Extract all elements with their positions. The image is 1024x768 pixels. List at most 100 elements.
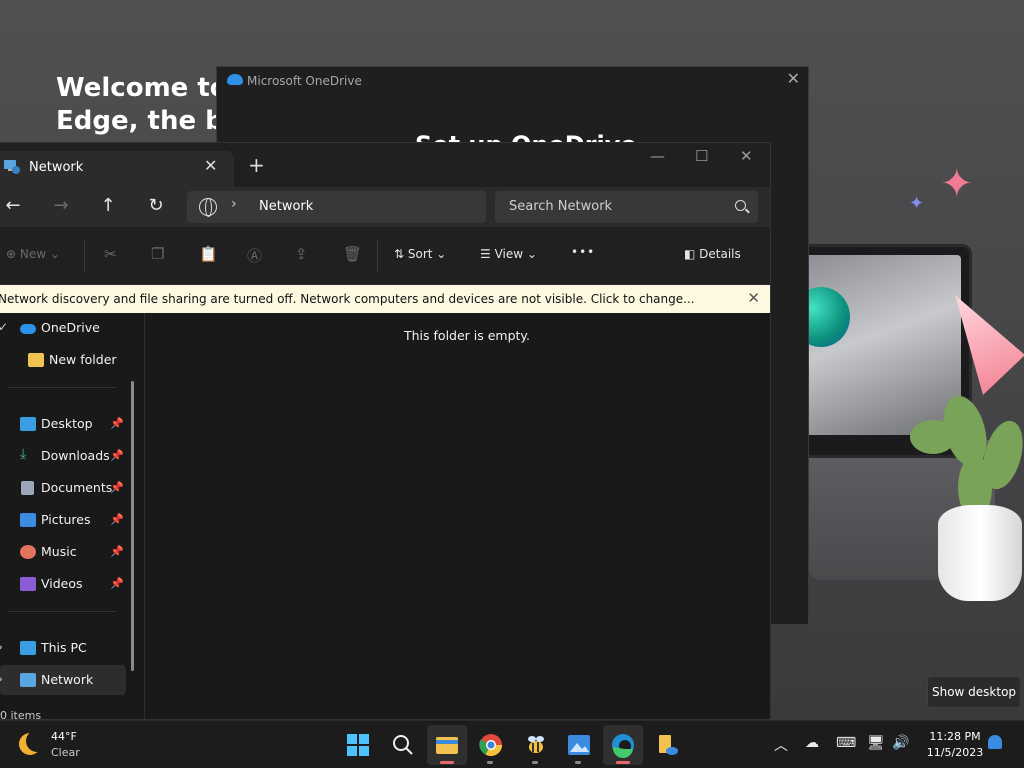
clock[interactable]: 11:28 PM 11/5/2023 [922,729,988,761]
copy-icon[interactable]: ❐ [151,245,164,263]
view-label: View [494,247,524,261]
welcome-line-1: Welcome to [56,73,226,103]
photos-taskbar-button[interactable] [559,725,599,765]
file-explorer-taskbar-button[interactable] [427,725,467,765]
tab-close-icon[interactable]: ✕ [204,156,217,175]
nav-item-onedrive[interactable]: ✓ OneDrive [0,313,126,343]
paste-icon[interactable]: 📋 [199,245,218,263]
details-label: Details [699,247,741,261]
taskbar: 44°F Clear ︿ ☁ ⌨ 🖥 🔊 11:28 PM 11/5/2023 [0,720,1024,768]
folder-icon [436,737,458,754]
pin-icon[interactable]: 📌 [110,545,124,558]
network-icon [20,673,36,687]
maximize-button[interactable]: ☐ [695,147,708,165]
details-button[interactable]: ◧ Details [684,247,741,261]
tab-bar: Network ✕ + — ☐ ✕ [0,143,770,187]
videos-icon [20,577,36,591]
rename-icon[interactable]: Ⓐ [247,245,262,266]
more-options-button[interactable]: ••• [571,245,595,259]
onedrive-cloud-icon [227,74,243,85]
nav-item-this-pc[interactable]: › This PC [0,633,126,663]
nav-item-pictures[interactable]: Pictures 📌 [0,505,126,535]
banner-close-icon[interactable]: ✕ [747,289,760,307]
empty-folder-message: This folder is empty. [404,328,531,343]
search-button[interactable] [383,725,423,765]
status-bar-text: 0 items [0,709,42,720]
nav-label: Videos [41,576,83,591]
expand-chevron-icon[interactable]: ✓ [0,320,8,334]
chrome-taskbar-button[interactable] [471,725,511,765]
address-bar[interactable]: › Network [187,191,486,223]
keyboard-icon[interactable]: ⌨ [836,735,856,751]
nav-item-music[interactable]: Music 📌 [0,537,126,567]
view-button[interactable]: ☰ View ⌄ [480,247,537,261]
pin-icon[interactable]: 📌 [110,513,124,526]
nav-label: Music [41,544,77,559]
nav-item-documents[interactable]: Documents 📌 [0,473,126,503]
close-window-button[interactable]: ✕ [740,147,753,165]
new-button[interactable]: ⊕ New ⌄ [6,247,60,261]
volume-icon[interactable]: 🔊 [892,735,909,751]
navigation-bar: ← → ↑ ↻ › Network Search Network [0,187,770,227]
sparkle-small-icon: ✦ [909,193,925,214]
sort-button[interactable]: ⇅ Sort ⌄ [394,247,446,261]
navigation-pane: ✓ OneDrive New folder Desktop 📌 ⤓ Downlo… [0,313,144,719]
pin-icon[interactable]: 📌 [110,481,124,494]
nav-item-downloads[interactable]: ⤓ Downloads 📌 [0,441,126,471]
delete-icon[interactable]: 🗑 [343,245,362,263]
nav-item-new-folder[interactable]: New folder [0,345,126,375]
nav-label: Desktop [41,416,93,431]
address-segment[interactable]: Network [259,199,313,214]
forward-button[interactable]: → [49,195,73,219]
plant-pot-illustration [938,505,1022,601]
cut-icon[interactable]: ✂ [104,245,117,263]
nav-pane-scrollbar[interactable] [131,381,134,671]
chrome-icon [479,734,502,756]
refresh-button[interactable]: ↻ [144,195,168,219]
notification-bell-icon[interactable] [988,735,1002,749]
pin-icon[interactable]: 📌 [110,417,124,430]
nav-item-videos[interactable]: Videos 📌 [0,569,126,599]
network-discovery-banner[interactable]: Network discovery and file sharing are t… [0,285,770,313]
globe-icon [199,198,217,217]
weather-condition[interactable]: Clear [51,746,80,759]
chevron-right-icon[interactable]: › [231,196,237,212]
share-icon[interactable]: ⇪ [295,245,308,263]
onedrive-window-title: Microsoft OneDrive [247,74,362,88]
nav-item-desktop[interactable]: Desktop 📌 [0,409,126,439]
download-icon: ⤓ [20,446,27,462]
cloud-offline-icon[interactable]: ☁ [805,735,819,751]
network-status-icon[interactable]: 🖥 [867,735,885,751]
nav-label: New folder [49,352,117,367]
clock-time: 11:28 PM [929,730,981,743]
file-explorer-window: Network ✕ + — ☐ ✕ ← → ↑ ↻ › Network Sear… [0,142,771,720]
onedrive-close-button[interactable]: ✕ [787,69,800,88]
network-icon [4,160,20,174]
weather-temperature[interactable]: 44°F [51,730,77,743]
onedrive-folder-taskbar-button[interactable] [647,725,687,765]
moon-icon[interactable] [19,730,48,755]
folder-icon [28,353,44,367]
new-tab-button[interactable]: + [248,155,265,175]
search-input[interactable]: Search Network [495,191,758,223]
nav-label: OneDrive [41,320,100,335]
bee-app-taskbar-button[interactable] [516,725,556,765]
edge-icon [612,734,634,759]
nav-item-network[interactable]: › Network [0,665,126,695]
expand-chevron-icon[interactable]: › [0,672,3,686]
show-hidden-icons-chevron-icon[interactable]: ︿ [774,735,788,755]
expand-chevron-icon[interactable]: › [0,640,3,654]
banner-text[interactable]: Network discovery and file sharing are t… [0,292,695,306]
pin-icon[interactable]: 📌 [110,577,124,590]
file-cloud-icon [659,735,678,755]
minimize-button[interactable]: — [650,147,665,165]
nav-label: Pictures [41,512,91,527]
back-button[interactable]: ← [1,195,25,219]
pin-icon[interactable]: 📌 [110,449,124,462]
bee-icon [528,736,544,753]
up-button[interactable]: ↑ [96,195,120,219]
desktop-icon [20,417,36,431]
edge-taskbar-button[interactable] [603,725,643,765]
tab-network[interactable]: Network ✕ [0,151,234,187]
start-button[interactable] [338,725,378,765]
